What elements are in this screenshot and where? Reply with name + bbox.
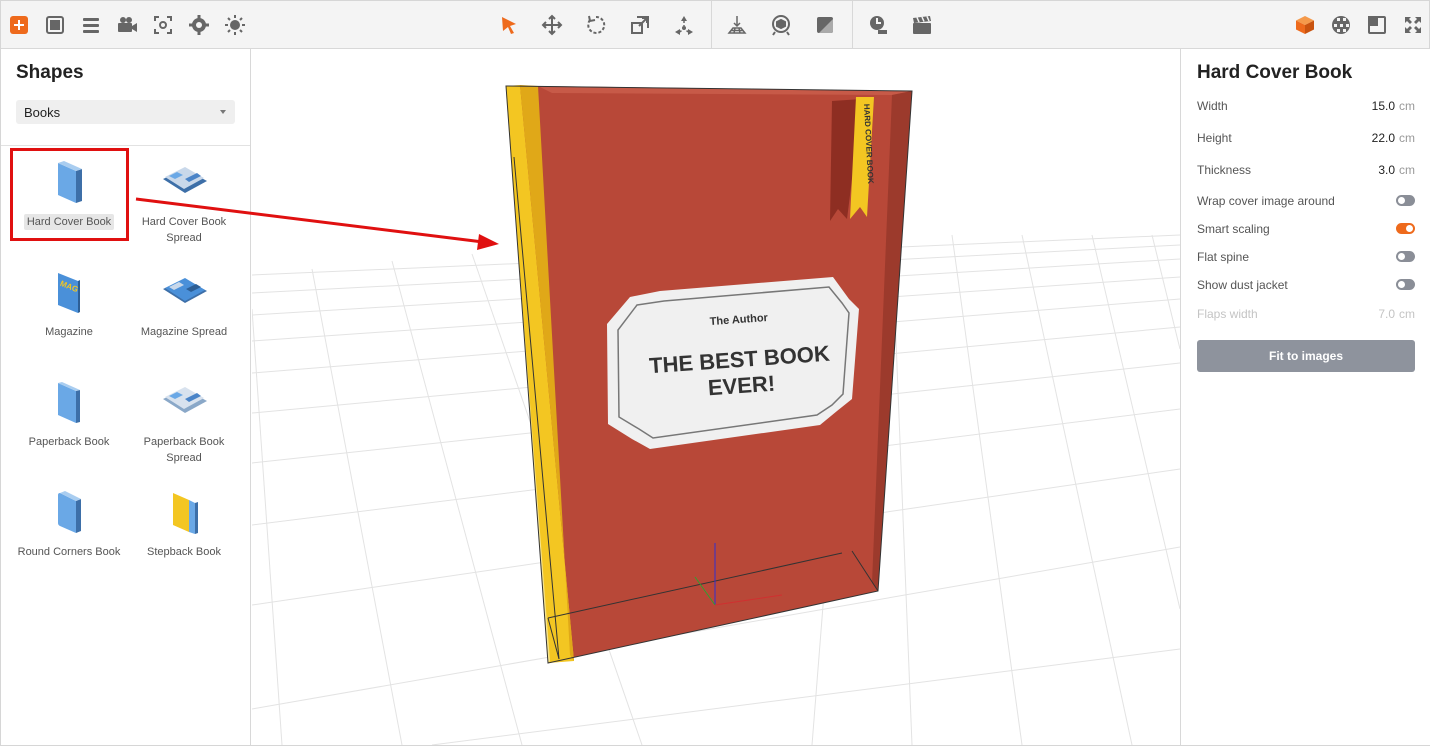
divider [1, 145, 250, 146]
properties-title: Hard Cover Book [1197, 62, 1353, 83]
flaps-width-label: Flaps width [1197, 307, 1258, 321]
fit-to-images-button[interactable]: Fit to images [1197, 340, 1415, 372]
dust-jacket-label: Show dust jacket [1197, 278, 1288, 292]
flaps-width-unit: cm [1399, 307, 1415, 321]
layout-icon[interactable] [1362, 10, 1392, 40]
clapper-icon[interactable] [907, 10, 937, 40]
book-title-line2: EVER! [707, 371, 776, 401]
width-unit: cm [1399, 99, 1415, 113]
shape-magazine-spread[interactable]: Magazine Spread [126, 262, 242, 362]
shape-label: Round Corners Book [17, 546, 121, 558]
book-spread-icon [163, 167, 207, 193]
category-dropdown-value: Books [24, 105, 61, 120]
height-value[interactable]: 22.0 [1372, 131, 1395, 145]
add-icon[interactable] [4, 10, 34, 40]
timeline-icon[interactable] [863, 10, 893, 40]
flat-spine-row: Flat spine [1197, 248, 1415, 268]
flat-spine-toggle[interactable] [1396, 251, 1415, 262]
dust-jacket-row: Show dust jacket [1197, 276, 1415, 296]
height-field[interactable]: Height 22.0 cm [1197, 129, 1415, 149]
shapes-panel: Shapes Books Hard Cover Book Hard Cover … [1, 49, 251, 745]
thickness-field[interactable]: Thickness 3.0 cm [1197, 161, 1415, 181]
box-icon[interactable] [1290, 10, 1320, 40]
shape-magazine[interactable]: MAG Magazine [11, 262, 127, 362]
paperback-spread-icon [163, 387, 207, 413]
shape-label: Magazine Spread [140, 326, 228, 338]
stepback-book-icon [173, 493, 198, 534]
paperback-book-icon [58, 382, 80, 423]
move-icon[interactable] [537, 10, 567, 40]
pivot-icon[interactable] [669, 10, 699, 40]
scene: HARD COVER BOOK The Author THE BEST BOOK… [252, 85, 1180, 745]
shape-label: Hard Cover Book [23, 214, 115, 230]
shape-stepback-book[interactable]: Stepback Book [126, 482, 242, 582]
thickness-value[interactable]: 3.0 [1378, 163, 1395, 177]
shape-label: Magazine [45, 326, 93, 338]
shape-label: Paperback Book Spread [143, 436, 225, 464]
shape-hard-cover-book[interactable]: Hard Cover Book [11, 152, 127, 252]
list-icon[interactable] [76, 10, 106, 40]
flat-spine-label: Flat spine [1197, 250, 1250, 264]
chevron-down-icon [220, 110, 226, 114]
floor-icon[interactable] [722, 10, 752, 40]
shape-label: Hard Cover Book Spread [141, 216, 227, 244]
width-value[interactable]: 15.0 [1372, 99, 1395, 113]
grid-icon[interactable] [40, 10, 70, 40]
shape-paperback-book[interactable]: Paperback Book [11, 372, 127, 472]
main-toolbar [1, 1, 1429, 49]
material-icon[interactable] [810, 10, 840, 40]
wrap-cover-label: Wrap cover image around [1197, 194, 1335, 208]
width-label: Width [1197, 99, 1228, 113]
camera-icon[interactable] [112, 10, 142, 40]
round-corners-book-icon [58, 491, 81, 533]
settings-icon[interactable] [184, 10, 214, 40]
magazine-spread-icon [163, 278, 207, 303]
flaps-width-value: 7.0 [1378, 307, 1395, 321]
texture-icon[interactable] [1326, 10, 1356, 40]
view-icon[interactable] [766, 10, 796, 40]
thickness-unit: cm [1399, 163, 1415, 177]
light-icon[interactable] [220, 10, 250, 40]
shape-paperback-book-spread[interactable]: Paperback Book Spread [126, 372, 242, 472]
width-field[interactable]: Width 15.0 cm [1197, 97, 1415, 117]
shape-round-corners-book[interactable]: Round Corners Book [11, 482, 127, 582]
scale-icon[interactable] [625, 10, 655, 40]
magazine-icon: MAG [58, 273, 80, 313]
flaps-width-field: Flaps width 7.0 cm [1197, 305, 1415, 325]
select-icon[interactable] [494, 10, 524, 40]
wrap-cover-row: Wrap cover image around [1197, 192, 1415, 212]
fullscreen-icon[interactable] [1398, 10, 1428, 40]
dust-jacket-toggle[interactable] [1396, 279, 1415, 290]
height-label: Height [1197, 131, 1232, 145]
smart-scaling-row: Smart scaling [1197, 220, 1415, 240]
app-window: Shapes Books Hard Cover Book Hard Cover … [0, 0, 1430, 746]
wrap-cover-toggle[interactable] [1396, 195, 1415, 206]
hard-cover-book-icon [58, 161, 82, 203]
shape-hard-cover-book-spread[interactable]: Hard Cover Book Spread [126, 152, 242, 252]
3d-viewport[interactable]: HARD COVER BOOK The Author THE BEST BOOK… [252, 49, 1180, 745]
properties-panel: Hard Cover Book Width 15.0 cm Height 22.… [1180, 49, 1430, 745]
category-dropdown[interactable]: Books [16, 100, 235, 124]
thickness-label: Thickness [1197, 163, 1252, 177]
shapes-panel-title: Shapes [16, 62, 84, 83]
shape-label: Stepback Book [147, 546, 221, 558]
rotate-icon[interactable] [581, 10, 611, 40]
height-unit: cm [1399, 131, 1415, 145]
smart-scaling-toggle[interactable] [1396, 223, 1415, 234]
smart-scaling-label: Smart scaling [1197, 222, 1270, 236]
screenshot-icon[interactable] [148, 10, 178, 40]
shape-label: Paperback Book [28, 436, 110, 448]
